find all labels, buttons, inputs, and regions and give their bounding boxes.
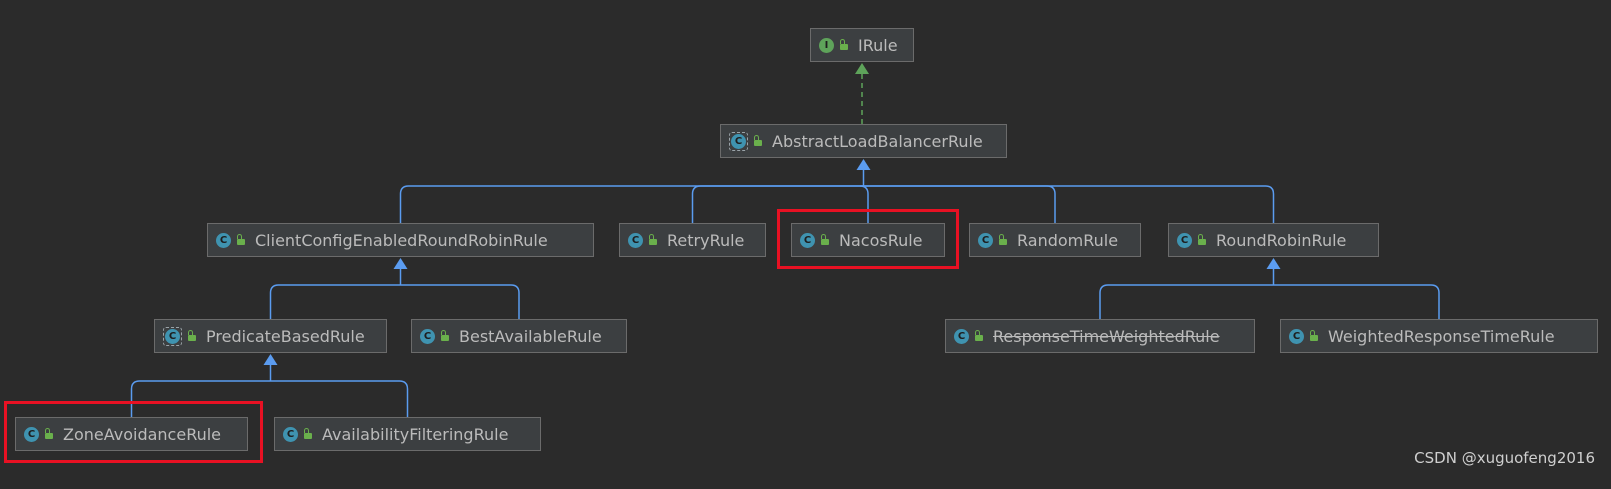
class-icon: C <box>978 232 993 248</box>
node-client-config-enabled-round-robin-rule[interactable]: C ClientConfigEnabledRoundRobinRule <box>207 223 594 257</box>
public-lock-icon <box>303 428 312 440</box>
extends-edge-availability <box>270 380 409 417</box>
node-abstract-load-balancer-rule[interactable]: C AbstractLoadBalancerRule <box>720 124 1007 158</box>
public-lock-icon <box>1197 234 1206 246</box>
node-random-rule[interactable]: C RandomRule <box>969 223 1141 257</box>
node-label: ResponseTimeWeightedRule <box>993 326 1220 346</box>
extends-edge-weightedresponse <box>1273 284 1440 319</box>
public-lock-icon <box>998 234 1007 246</box>
extends-edge-predicate <box>269 284 401 319</box>
extends-edge-bestavailable <box>400 284 520 319</box>
node-retry-rule[interactable]: C RetryRule <box>619 223 766 257</box>
class-icon: C <box>283 426 298 442</box>
class-icon: C <box>216 232 231 248</box>
class-icon: C <box>1177 232 1192 248</box>
node-response-time-weighted-rule[interactable]: C ResponseTimeWeightedRule <box>945 319 1255 353</box>
node-label: BestAvailableRule <box>459 326 602 346</box>
node-label: AbstractLoadBalancerRule <box>772 131 983 151</box>
public-lock-icon <box>974 330 983 342</box>
extends-arrowhead <box>856 159 871 170</box>
node-irule[interactable]: I IRule <box>810 28 914 62</box>
node-label: RoundRobinRule <box>1216 230 1347 250</box>
node-label: RandomRule <box>1017 230 1119 250</box>
node-best-available-rule[interactable]: C BestAvailableRule <box>411 319 627 353</box>
diagram-canvas: I IRule C AbstractLoadBalancerRule C Cli… <box>0 0 1611 489</box>
node-label: IRule <box>858 35 898 55</box>
public-lock-icon <box>236 234 245 246</box>
node-label: WeightedResponseTimeRule <box>1328 326 1555 346</box>
class-icon: C <box>628 232 643 248</box>
implements-arrowhead <box>855 63 869 74</box>
node-label: RetryRule <box>667 230 745 250</box>
public-lock-icon <box>1309 330 1318 342</box>
highlight-nacos-rule <box>777 209 959 269</box>
interface-icon: I <box>819 37 834 53</box>
class-icon: C <box>954 328 969 344</box>
extends-edge-responsetime <box>1099 284 1274 319</box>
extends-arrowhead <box>263 354 278 365</box>
public-lock-icon <box>648 234 657 246</box>
public-lock-icon <box>753 135 762 147</box>
watermark: CSDN @xuguofeng2016 <box>1414 449 1595 467</box>
extends-arrowhead <box>393 258 408 269</box>
public-lock-icon <box>187 330 196 342</box>
node-predicate-based-rule[interactable]: C PredicateBasedRule <box>154 319 387 353</box>
highlight-zone-avoidance-rule <box>4 401 263 463</box>
extends-arrowhead <box>1266 258 1281 269</box>
abstract-class-icon: C <box>163 326 182 346</box>
class-icon: C <box>1289 328 1304 344</box>
node-label: PredicateBasedRule <box>206 326 365 346</box>
public-lock-icon <box>440 330 449 342</box>
abstract-class-icon: C <box>729 131 748 151</box>
node-round-robin-rule[interactable]: C RoundRobinRule <box>1168 223 1379 257</box>
node-availability-filtering-rule[interactable]: C AvailabilityFilteringRule <box>274 417 541 451</box>
class-icon: C <box>420 328 435 344</box>
public-lock-icon <box>839 39 848 51</box>
node-weighted-response-time-rule[interactable]: C WeightedResponseTimeRule <box>1280 319 1598 353</box>
node-label: AvailabilityFilteringRule <box>322 424 509 444</box>
node-label: ClientConfigEnabledRoundRobinRule <box>255 230 548 250</box>
